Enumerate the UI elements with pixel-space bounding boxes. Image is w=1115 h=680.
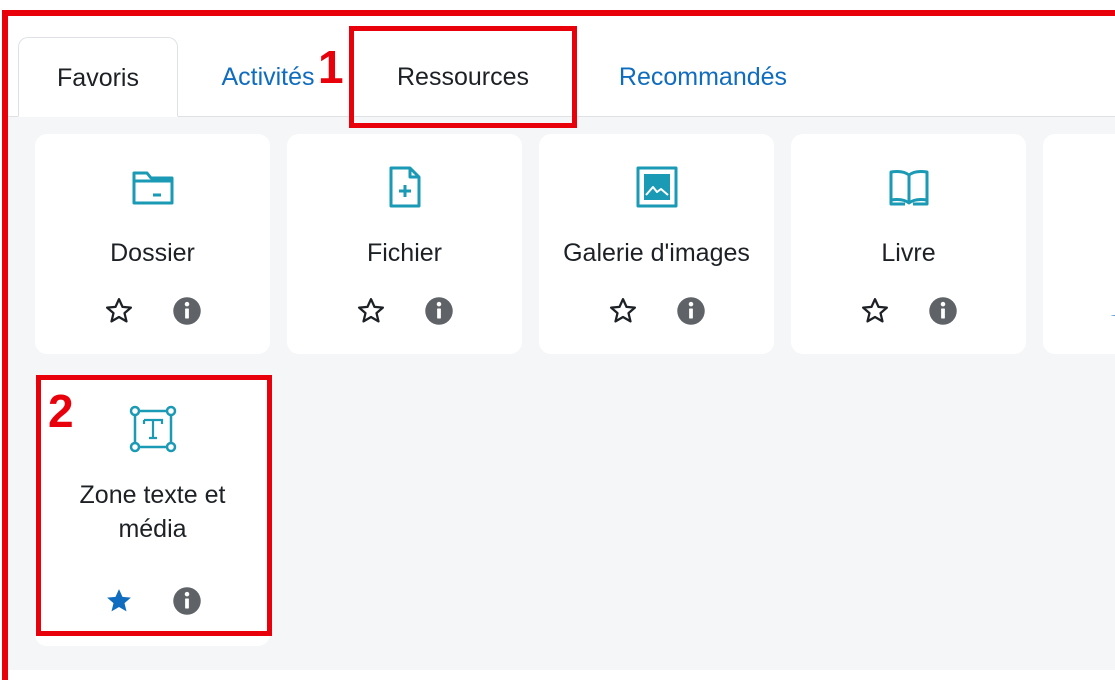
- image-gallery-icon: [539, 164, 774, 210]
- star-outline-icon[interactable]: [356, 296, 386, 326]
- info-icon[interactable]: [172, 586, 202, 616]
- resource-name: Zone texte et média: [79, 481, 226, 543]
- info-icon[interactable]: [424, 296, 454, 326]
- star-outline-icon[interactable]: [608, 296, 638, 326]
- annotation-number-2: 2: [48, 385, 74, 437]
- book-icon: [791, 164, 1026, 210]
- resource-card-dossier[interactable]: Dossier: [35, 134, 270, 354]
- info-icon[interactable]: [928, 296, 958, 326]
- star-outline-icon[interactable]: [104, 296, 134, 326]
- resource-card-partial[interactable]: [1043, 134, 1115, 354]
- tab-bar: Favoris Activités Ressources Recommandés: [8, 16, 1115, 117]
- info-icon[interactable]: [676, 296, 706, 326]
- info-icon[interactable]: [172, 296, 202, 326]
- tab-recommandes[interactable]: Recommandés: [583, 37, 823, 117]
- file-plus-icon: [287, 164, 522, 210]
- star-filled-icon[interactable]: [104, 586, 134, 616]
- tab-ressources[interactable]: Ressources: [363, 37, 563, 117]
- resource-name: Galerie d'images: [563, 239, 750, 267]
- resource-card-livre[interactable]: Livre: [791, 134, 1026, 354]
- resource-name: Livre: [881, 239, 936, 267]
- tab-favoris[interactable]: Favoris: [18, 37, 178, 117]
- tab-activites[interactable]: Activités: [198, 37, 338, 117]
- folder-icon: [35, 164, 270, 210]
- resource-card-fichier[interactable]: Fichier: [287, 134, 522, 354]
- resource-name: Dossier: [110, 239, 195, 267]
- annotation-number-1: 1: [318, 41, 344, 93]
- star-outline-icon[interactable]: [860, 296, 890, 326]
- resource-name: Fichier: [366, 239, 442, 267]
- resource-card-galerie[interactable]: Galerie d'images: [539, 134, 774, 354]
- activity-chooser: Favoris Activités Ressources Recommandés…: [8, 16, 1115, 670]
- star-icon: [1108, 306, 1115, 316]
